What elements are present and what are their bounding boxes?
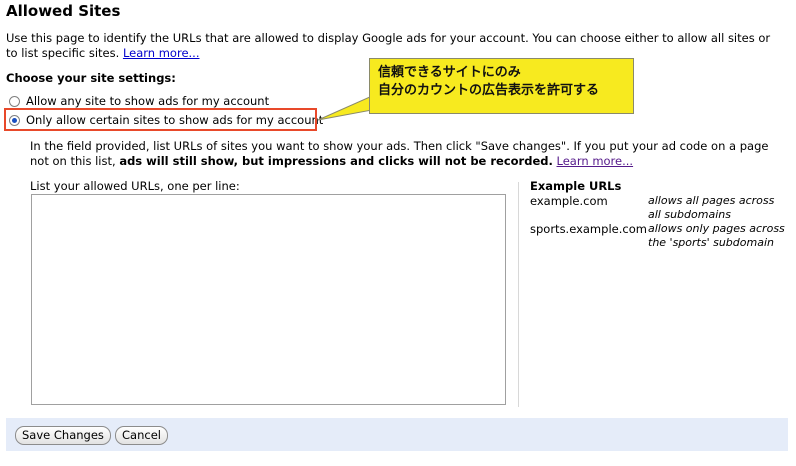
- callout-tail: [317, 95, 373, 121]
- option-allow-any-site[interactable]: Allow any site to show ads for my accoun…: [9, 94, 269, 108]
- site-settings-heading: Choose your site settings:: [6, 71, 176, 85]
- save-changes-button[interactable]: Save Changes: [15, 426, 111, 445]
- cancel-button[interactable]: Cancel: [115, 426, 168, 445]
- example-desc-2: allows only pages across the 'sports' su…: [648, 222, 785, 249]
- annotation-callout: 信頼できるサイトにのみ 自分のカウントの広告表示を許可する: [369, 58, 634, 114]
- allowed-urls-textarea[interactable]: [31, 194, 506, 405]
- radio-allow-any[interactable]: [9, 95, 20, 107]
- instructions-learn-more-link[interactable]: Learn more...: [557, 154, 634, 168]
- callout-line-1: 信頼できるサイトにのみ: [378, 65, 521, 80]
- instructions-text: In the field provided, list URLs of site…: [30, 139, 790, 169]
- example-url-1: example.com: [530, 194, 608, 208]
- page-title: Allowed Sites: [6, 2, 121, 20]
- form-footer: Save Changes Cancel: [6, 418, 788, 451]
- allowed-urls-label: List your allowed URLs, one per line:: [30, 179, 240, 193]
- intro-text: Use this page to identify the URLs that …: [6, 31, 776, 61]
- intro-body: Use this page to identify the URLs that …: [6, 31, 771, 60]
- example-desc-1: allows all pages across all subdomains: [648, 194, 775, 221]
- instructions-bold: ads will still show, but impressions and…: [119, 154, 553, 168]
- intro-learn-more-link[interactable]: Learn more...: [123, 46, 200, 60]
- callout-line-2: 自分のカウントの広告表示を許可する: [378, 83, 600, 98]
- example-url-2: sports.example.com: [530, 222, 647, 236]
- option-allow-any-label[interactable]: Allow any site to show ads for my accoun…: [26, 94, 269, 108]
- annotation-highlight-box: [4, 108, 317, 131]
- example-urls-heading: Example URLs: [530, 179, 622, 193]
- column-divider: [518, 182, 519, 407]
